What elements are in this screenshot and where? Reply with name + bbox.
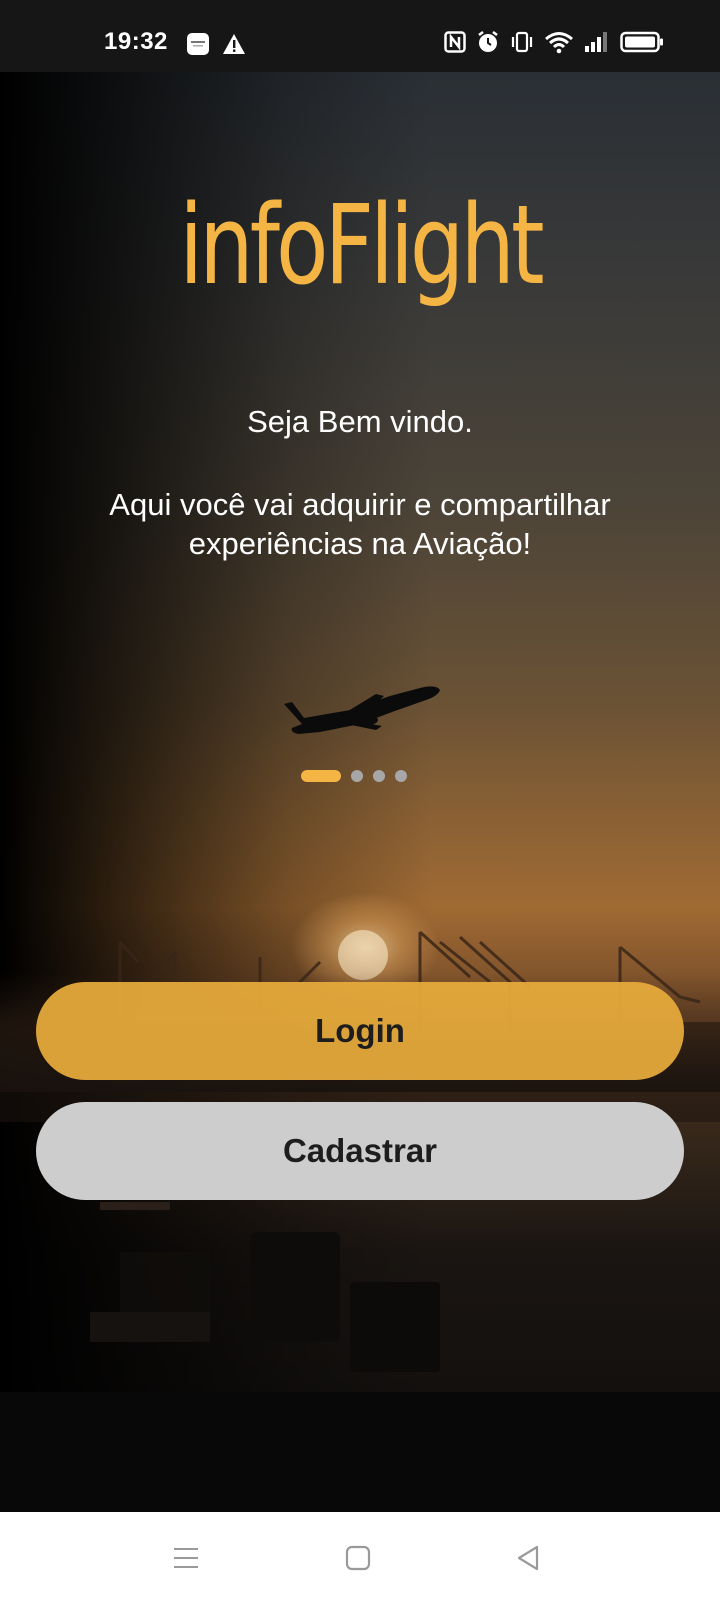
back-button[interactable] — [508, 1540, 548, 1580]
back-icon — [515, 1544, 541, 1577]
welcome-screen: 19:32 infoFlight Seja Bem vindo. Aqui vo… — [0, 0, 720, 1600]
wifi-icon — [544, 30, 574, 59]
menu-icon — [172, 1545, 200, 1576]
recent-apps-button[interactable] — [166, 1540, 206, 1580]
airport-ground — [0, 1202, 720, 1512]
airplane-silhouette — [284, 686, 440, 734]
app-logo: infoFlight — [179, 181, 544, 309]
app-notification-icon — [186, 32, 210, 61]
vibrate-icon — [510, 30, 534, 59]
carousel-dot[interactable] — [351, 770, 363, 782]
status-time: 19:32 — [104, 28, 168, 55]
signup-button[interactable]: Cadastrar — [36, 1102, 684, 1200]
alarm-icon — [476, 30, 500, 59]
carousel-dot-active[interactable] — [301, 770, 341, 782]
warning-icon — [222, 33, 246, 60]
tagline-text: Aqui você vai adquirir e compartilhar ex… — [109, 487, 611, 561]
status-bar: 19:32 — [0, 0, 720, 72]
login-button[interactable]: Login — [36, 982, 684, 1080]
signal-icon — [584, 31, 610, 58]
home-button[interactable] — [338, 1540, 378, 1580]
carousel-indicator — [301, 770, 407, 782]
home-icon — [345, 1545, 371, 1576]
carousel-dot[interactable] — [373, 770, 385, 782]
welcome-text: Seja Bem vindo. — [247, 404, 473, 439]
carousel-dot[interactable] — [395, 770, 407, 782]
nfc-icon — [444, 31, 466, 58]
battery-icon — [620, 31, 664, 58]
system-nav-bar — [0, 1512, 720, 1600]
